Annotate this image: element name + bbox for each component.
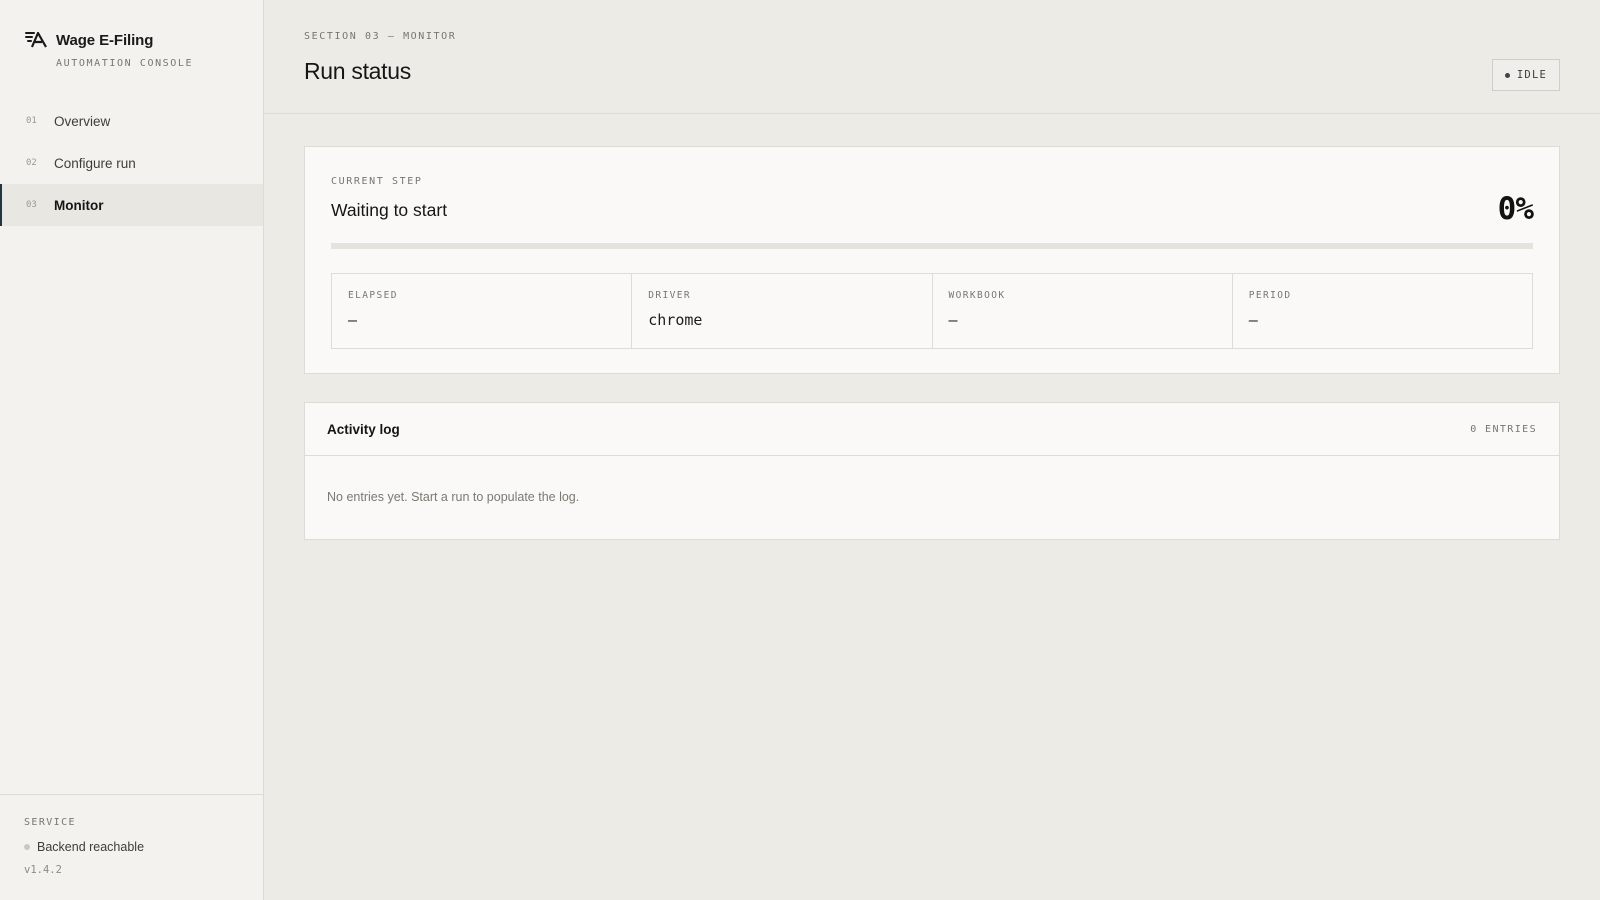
sidebar-item-label: Configure run	[54, 155, 136, 171]
sidebar: Wage E-Filing AUTOMATION CONSOLE 01 Over…	[0, 0, 264, 900]
status-dot-icon	[24, 844, 30, 850]
stat-period: PERIOD —	[1233, 274, 1532, 348]
stat-value: —	[1248, 311, 1258, 329]
service-status: Backend reachable	[24, 840, 239, 854]
current-step-card: CURRENT STEP Waiting to start 0% ELAPSED…	[304, 146, 1560, 374]
stat-key: ELAPSED	[348, 290, 398, 301]
activity-log-title: Activity log	[327, 421, 400, 437]
progress-percent: 0%	[1497, 191, 1534, 227]
sidebar-item-overview[interactable]: 01 Overview	[0, 100, 263, 142]
version-label: v1.4.2	[24, 864, 62, 876]
stat-key: PERIOD	[1248, 290, 1292, 301]
nav-number: 02	[26, 158, 37, 168]
breadcrumb: SECTION 03 — MONITOR	[304, 31, 457, 42]
app-title: Wage E-Filing	[56, 31, 154, 49]
stat-driver: DRIVER chrome	[632, 274, 933, 348]
nav-number: 03	[26, 200, 37, 210]
activity-log-header: Activity log 0 ENTRIES	[305, 403, 1559, 456]
current-step-title: Waiting to start	[331, 200, 448, 220]
progress-bar	[331, 243, 1533, 249]
stat-elapsed: ELAPSED —	[332, 274, 633, 348]
nav-number: 01	[26, 116, 37, 126]
service-status-text: Backend reachable	[37, 840, 145, 854]
sidebar-nav: 01 Overview 02 Configure run 03 Monitor	[0, 100, 263, 226]
logo-icon	[25, 31, 47, 48]
current-step-label: CURRENT STEP	[331, 176, 423, 187]
sidebar-item-label: Monitor	[54, 197, 104, 213]
stat-value: —	[948, 311, 958, 329]
brand: Wage E-Filing AUTOMATION CONSOLE	[24, 30, 193, 69]
stat-workbook: WORKBOOK —	[933, 274, 1233, 348]
stat-value: chrome	[648, 311, 703, 329]
service-panel: SERVICE Backend reachable v1.4.2	[0, 794, 263, 900]
service-heading: SERVICE	[24, 817, 76, 828]
status-badge-text: IDLE	[1516, 69, 1547, 81]
page-title: Run status	[304, 58, 411, 84]
sidebar-item-configure-run[interactable]: 02 Configure run	[0, 142, 263, 184]
page-header: SECTION 03 — MONITOR Run status IDLE	[264, 0, 1600, 114]
sidebar-item-label: Overview	[54, 113, 111, 129]
status-dot-icon	[1504, 72, 1510, 78]
activity-log-card: Activity log 0 ENTRIES No entries yet. S…	[304, 402, 1560, 540]
app-subtitle: AUTOMATION CONSOLE	[56, 58, 194, 69]
run-stats: ELAPSED — DRIVER chrome WORKBOOK — PERIO…	[331, 273, 1533, 349]
stat-key: WORKBOOK	[948, 290, 1006, 301]
sidebar-item-monitor[interactable]: 03 Monitor	[0, 184, 263, 226]
activity-log-empty-message: No entries yet. Start a run to populate …	[327, 490, 580, 504]
activity-log-count: 0 ENTRIES	[1470, 423, 1537, 435]
stat-value: —	[348, 311, 358, 329]
status-badge: IDLE	[1491, 59, 1560, 91]
stat-key: DRIVER	[648, 290, 691, 301]
